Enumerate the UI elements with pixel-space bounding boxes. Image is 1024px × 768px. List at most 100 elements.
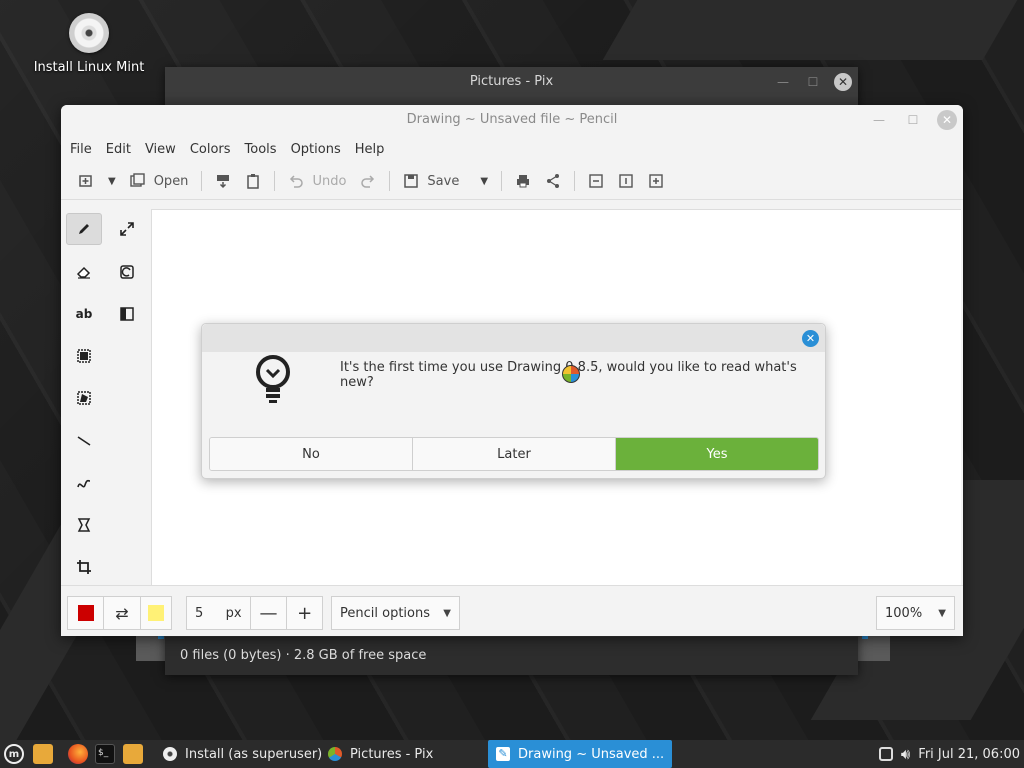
- drawing-titlebar[interactable]: Drawing ~ Unsaved file ~ Pencil — ☐ ✕: [61, 105, 963, 135]
- toolbar-separator: [574, 171, 576, 191]
- zoom-original-button[interactable]: [611, 166, 641, 196]
- close-icon[interactable]: ✕: [937, 110, 957, 130]
- files-launcher[interactable]: [33, 740, 53, 768]
- zoom-in-button[interactable]: [641, 166, 671, 196]
- taskbar-window-label: Drawing ~ Unsaved ...: [518, 746, 665, 762]
- size-increase-button[interactable]: +: [287, 597, 322, 629]
- text-tool[interactable]: ab: [66, 298, 102, 330]
- taskbar-window-install[interactable]: Install (as superuser): [155, 740, 330, 768]
- filters-tool[interactable]: [109, 298, 145, 330]
- menu-help[interactable]: Help: [348, 142, 392, 157]
- desktop-shape: [602, 0, 1018, 60]
- rect-select-tool[interactable]: [66, 340, 102, 372]
- filter-icon: [120, 307, 134, 321]
- size-decrease-button[interactable]: —: [251, 597, 288, 629]
- new-image-dropdown[interactable]: ▼: [101, 166, 123, 196]
- zoom-original-icon: [619, 174, 633, 188]
- folder-launcher[interactable]: [123, 740, 143, 768]
- toolbar-separator: [201, 171, 203, 191]
- undo-icon: [290, 175, 304, 188]
- curve-tool[interactable]: [66, 467, 102, 499]
- menu-options[interactable]: Options: [284, 142, 348, 157]
- crop-icon: [77, 560, 91, 574]
- size-input[interactable]: 5 px: [187, 597, 251, 629]
- swap-icon: ⇄: [115, 603, 129, 623]
- zoom-out-button[interactable]: [581, 166, 611, 196]
- pencil-options-label: Pencil options: [340, 605, 430, 621]
- menu-colors[interactable]: Colors: [183, 142, 238, 157]
- desktop-icon-install-linux-mint[interactable]: Install Linux Mint: [30, 10, 148, 75]
- share-button[interactable]: [538, 166, 568, 196]
- pencil-options-button[interactable]: Pencil options ▼: [331, 596, 460, 630]
- disc-icon: [163, 747, 177, 761]
- line-icon: [77, 436, 91, 446]
- later-button[interactable]: Later: [413, 438, 616, 470]
- rotate-tool[interactable]: [109, 256, 145, 288]
- minimize-icon[interactable]: —: [869, 110, 889, 130]
- network-icon[interactable]: [878, 747, 893, 761]
- toolbar: ▼ Open Undo Save ▼: [61, 163, 963, 200]
- undo-button[interactable]: Undo: [281, 166, 353, 196]
- firefox-launcher[interactable]: [68, 740, 88, 768]
- eraser-icon: [76, 266, 91, 279]
- taskbar: m $_ Install (as superuser) Pictures - P…: [0, 740, 1024, 768]
- save-button[interactable]: Save: [396, 166, 466, 196]
- zoom-level-button[interactable]: 100% ▼: [876, 596, 955, 630]
- volume-icon[interactable]: 🔊︎: [901, 745, 910, 763]
- menu-edit[interactable]: Edit: [99, 142, 138, 157]
- line-tool[interactable]: [66, 425, 102, 457]
- menubar: File Edit View Colors Tools Options Help: [61, 135, 963, 163]
- fullscreen-tool[interactable]: [109, 213, 145, 245]
- zoom-out-icon: [589, 174, 603, 188]
- dialog-message: It's the first time you use Drawing 0.8.…: [340, 360, 797, 390]
- close-icon[interactable]: ✕: [802, 330, 819, 347]
- chevron-down-icon: ▼: [480, 175, 489, 187]
- free-select-tool[interactable]: [66, 382, 102, 414]
- yes-button[interactable]: Yes: [616, 438, 818, 470]
- menu-file[interactable]: File: [63, 142, 99, 157]
- pix-icon: [328, 747, 342, 761]
- minimize-icon[interactable]: —: [774, 73, 792, 91]
- close-icon[interactable]: ✕: [834, 73, 852, 91]
- clock[interactable]: Fri Jul 21, 06:00: [918, 747, 1020, 762]
- size-value: 5: [195, 605, 204, 621]
- maximize-icon[interactable]: ☐: [804, 73, 822, 91]
- pencil-tool[interactable]: [66, 213, 102, 245]
- toolbar-separator: [389, 171, 391, 191]
- color-controls: ⇄: [67, 596, 172, 630]
- print-button[interactable]: [508, 166, 538, 196]
- pix-title: Pictures - Pix: [469, 74, 554, 89]
- save-dropdown[interactable]: ▼: [466, 166, 495, 196]
- paste-button[interactable]: [238, 166, 268, 196]
- left-color-button[interactable]: [68, 597, 105, 629]
- redo-button[interactable]: [353, 166, 383, 196]
- tool-options-bar: ⇄ 5 px — + Pencil options ▼ 100% ▼: [61, 585, 963, 636]
- skew-tool[interactable]: [66, 509, 102, 541]
- toolbar-separator: [274, 171, 276, 191]
- tool-size-spinner: 5 px — +: [186, 596, 323, 630]
- maximize-icon[interactable]: ☐: [903, 110, 923, 130]
- terminal-launcher[interactable]: $_: [95, 740, 115, 768]
- tools-sidebar: ab: [61, 209, 152, 585]
- curve-icon: [77, 479, 91, 488]
- no-button[interactable]: No: [210, 438, 413, 470]
- crop-tool[interactable]: [66, 551, 102, 583]
- print-icon: [517, 175, 530, 188]
- drawing-app-icon: ✎: [496, 747, 510, 761]
- menu-view[interactable]: View: [138, 142, 183, 157]
- chevron-down-icon: ▼: [443, 607, 451, 619]
- import-button[interactable]: [208, 166, 238, 196]
- taskbar-window-pix[interactable]: Pictures - Pix: [320, 740, 441, 768]
- taskbar-window-drawing[interactable]: ✎ Drawing ~ Unsaved ...: [488, 740, 673, 768]
- import-icon: [217, 175, 230, 189]
- open-button[interactable]: Open: [123, 166, 196, 196]
- menu-button[interactable]: m: [4, 740, 24, 768]
- undo-label: Undo: [312, 173, 347, 189]
- right-color-button[interactable]: [141, 597, 171, 629]
- eraser-tool[interactable]: [66, 256, 102, 288]
- menu-tools[interactable]: Tools: [238, 142, 284, 157]
- pix-titlebar[interactable]: Pictures - Pix — ☐ ✕: [165, 67, 858, 97]
- exchange-colors-button[interactable]: ⇄: [104, 597, 141, 629]
- size-unit: px: [225, 605, 242, 621]
- new-image-button[interactable]: [71, 166, 101, 196]
